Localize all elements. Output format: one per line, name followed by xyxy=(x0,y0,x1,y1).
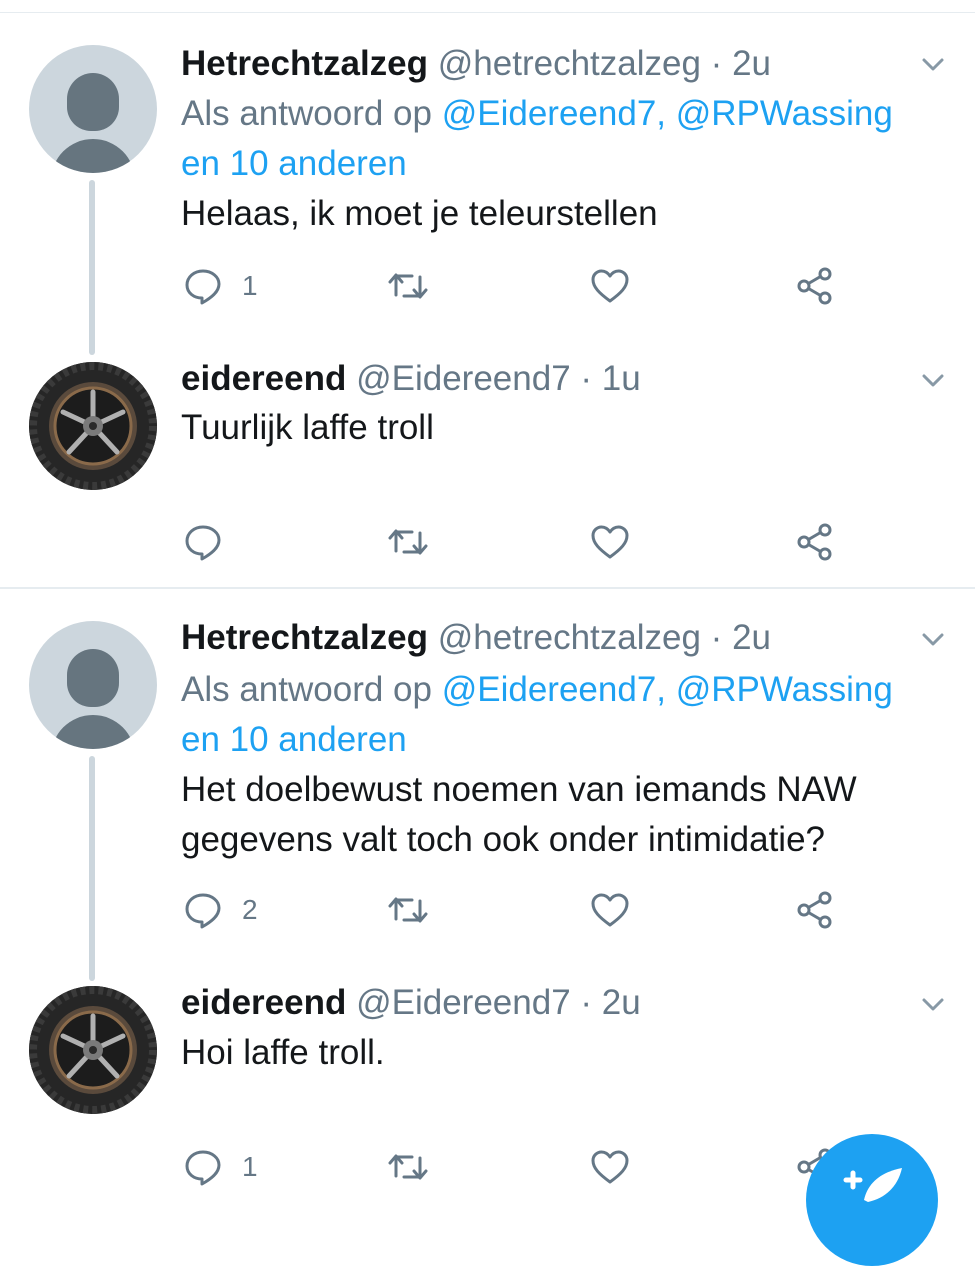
separator-dot: · xyxy=(710,618,723,657)
reply-icon xyxy=(185,525,221,561)
tweet-time[interactable]: 2u xyxy=(602,983,641,1022)
avatar[interactable] xyxy=(29,621,157,749)
separator-dot: · xyxy=(580,359,593,398)
share-icon xyxy=(797,267,832,305)
separator-dot: · xyxy=(710,44,723,83)
avatar[interactable] xyxy=(29,362,157,490)
top-divider xyxy=(0,12,975,13)
user-handle[interactable]: @hetrechtzalzeg xyxy=(438,44,701,83)
thread-connector xyxy=(89,180,95,355)
reply-icon xyxy=(185,269,221,305)
share-button[interactable] xyxy=(795,890,835,930)
chevron-down-icon[interactable] xyxy=(918,366,948,396)
tweet-header: Hetrechtzalzeg @hetrechtzalzeg · 2u xyxy=(181,618,771,658)
share-icon xyxy=(797,891,832,929)
others-link[interactable]: en 10 anderen xyxy=(181,720,407,759)
tweet-header: eidereend @Eidereend7 · 2u xyxy=(181,983,641,1023)
retweet-button[interactable] xyxy=(386,890,430,930)
tire-avatar xyxy=(29,362,157,490)
tweet-text-line: Het doelbewust noemen van iemands NAW xyxy=(181,770,857,809)
retweet-icon xyxy=(388,273,428,299)
tweet-time[interactable]: 2u xyxy=(732,618,771,657)
compose-tweet-button[interactable] xyxy=(806,1134,938,1266)
reply-count: 1 xyxy=(242,1151,258,1182)
display-name[interactable]: eidereend xyxy=(181,983,346,1022)
tire-avatar xyxy=(29,986,157,1114)
retweet-button[interactable] xyxy=(386,522,430,562)
reply-context: Als antwoord op @Eidereend7, @RPWassing … xyxy=(181,665,961,765)
reply-button[interactable]: 1 xyxy=(184,1147,258,1187)
chevron-down-icon[interactable] xyxy=(918,990,948,1020)
reply-icon xyxy=(185,893,221,929)
reply-count: 1 xyxy=(242,270,258,301)
like-button[interactable] xyxy=(590,890,630,930)
tweet-text: Tuurlijk laffe troll xyxy=(181,408,434,447)
display-name[interactable]: eidereend xyxy=(181,359,346,398)
share-icon xyxy=(797,523,832,561)
reply-button[interactable]: 1 xyxy=(184,266,258,306)
reply-button[interactable] xyxy=(184,522,242,562)
like-icon xyxy=(591,1150,629,1184)
retweet-icon xyxy=(388,1154,428,1180)
reply-count: 2 xyxy=(242,894,258,925)
reply-prefix: Als antwoord op xyxy=(181,670,432,709)
thread-connector xyxy=(89,756,95,981)
chevron-down-icon[interactable] xyxy=(918,50,948,80)
retweet-icon xyxy=(388,529,428,555)
avatar[interactable] xyxy=(29,986,157,1114)
tweet-time[interactable]: 1u xyxy=(602,359,641,398)
tweet-time[interactable]: 2u xyxy=(732,44,771,83)
user-handle[interactable]: @Eidereend7 xyxy=(356,359,571,398)
like-button[interactable] xyxy=(590,522,630,562)
compose-tweet-icon xyxy=(843,1168,902,1202)
retweet-button[interactable] xyxy=(386,266,430,306)
others-link[interactable]: en 10 anderen xyxy=(181,144,407,183)
tweet-header: Hetrechtzalzeg @hetrechtzalzeg · 2u xyxy=(181,44,771,84)
separator-dot: · xyxy=(580,983,593,1022)
display-name[interactable]: Hetrechtzalzeg xyxy=(181,44,428,83)
tweet-text: Hoi laffe troll. xyxy=(181,1033,385,1072)
like-icon xyxy=(591,269,629,303)
share-button[interactable] xyxy=(795,266,835,306)
retweet-button[interactable] xyxy=(386,1147,430,1187)
tweet-text: Het doelbewust noemen van iemands NAW ge… xyxy=(181,765,941,865)
display-name[interactable]: Hetrechtzalzeg xyxy=(181,618,428,657)
avatar[interactable] xyxy=(29,45,157,173)
reply-context: Als antwoord op @Eidereend7, @RPWassing … xyxy=(181,89,961,189)
reply-button[interactable]: 2 xyxy=(184,890,258,930)
mention-links[interactable]: @Eidereend7, @RPWassing xyxy=(442,94,893,133)
chevron-down-icon[interactable] xyxy=(918,625,948,655)
like-icon xyxy=(591,893,629,927)
tweet-text-line: gegevens valt toch ook onder intimidatie… xyxy=(181,820,826,859)
tweet-text: Helaas, ik moet je teleurstellen xyxy=(181,194,658,233)
share-button[interactable] xyxy=(795,522,835,562)
default-avatar-icon xyxy=(67,73,119,131)
user-handle[interactable]: @hetrechtzalzeg xyxy=(438,618,701,657)
tweet-header: eidereend @Eidereend7 · 1u xyxy=(181,359,641,399)
like-button[interactable] xyxy=(590,266,630,306)
default-avatar-icon xyxy=(67,649,119,707)
like-button[interactable] xyxy=(590,1147,630,1187)
retweet-icon xyxy=(388,897,428,923)
reply-prefix: Als antwoord op xyxy=(181,94,432,133)
conversation-divider xyxy=(0,587,975,589)
mention-links[interactable]: @Eidereend7, @RPWassing xyxy=(442,670,893,709)
user-handle[interactable]: @Eidereend7 xyxy=(356,983,571,1022)
like-icon xyxy=(591,525,629,559)
reply-icon xyxy=(185,1150,221,1186)
